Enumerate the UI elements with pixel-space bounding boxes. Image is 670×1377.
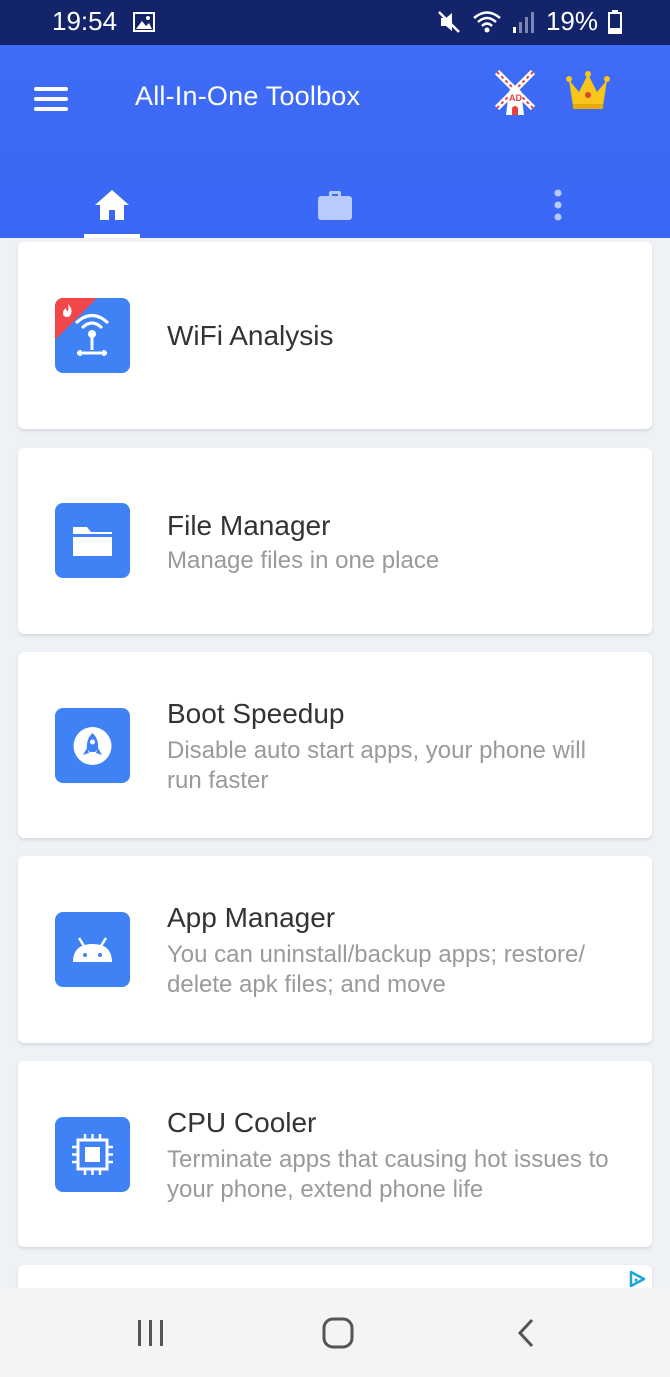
card-description: You can uninstall/backup apps; restore/ … xyxy=(167,941,586,998)
ad-icon-label: AD xyxy=(509,93,522,103)
app-title: All-In-One Toolbox xyxy=(135,81,361,111)
card-icon xyxy=(55,708,130,783)
cpu-chip-icon xyxy=(72,1134,113,1175)
crown-icon xyxy=(566,71,610,109)
menu-button[interactable] xyxy=(34,87,70,113)
ad-windmill-button[interactable]: AD xyxy=(492,67,538,117)
hot-badge-icon xyxy=(55,298,97,340)
card-title: WiFi Analysis xyxy=(167,320,334,351)
card-description: Terminate apps that causing hot issues t… xyxy=(167,1146,609,1203)
status-icons: 19% xyxy=(436,6,622,37)
card-title: CPU Cooler xyxy=(167,1107,317,1138)
home-nav-icon[interactable] xyxy=(321,1316,355,1350)
signal-icon xyxy=(512,11,534,33)
mute-icon xyxy=(438,10,460,33)
wifi-icon xyxy=(473,10,501,32)
tab-more[interactable] xyxy=(540,172,576,238)
card-icon xyxy=(55,1117,130,1192)
tab-tools[interactable] xyxy=(307,172,363,238)
android-icon xyxy=(73,937,112,962)
folder-icon xyxy=(73,527,112,556)
card-boot-speedup[interactable]: Boot Speedup Disable auto start apps, yo… xyxy=(18,652,652,838)
card-title: File Manager xyxy=(167,510,331,541)
more-vertical-icon xyxy=(554,189,562,221)
card-title: App Manager xyxy=(167,902,336,933)
battery-icon xyxy=(608,9,622,34)
gallery-notification-icon xyxy=(133,12,155,32)
back-icon[interactable] xyxy=(514,1316,538,1350)
card-title: Boot Speedup xyxy=(167,698,345,729)
home-icon xyxy=(95,190,129,220)
card-description: Disable auto start apps, your phone will… xyxy=(167,737,586,794)
windmill-icon xyxy=(494,69,536,115)
card-description: Manage files in one place xyxy=(167,547,440,574)
briefcase-icon xyxy=(318,191,352,220)
ad-card[interactable] xyxy=(18,1265,652,1288)
rocket-icon xyxy=(73,727,112,765)
card-cpu-cooler[interactable]: CPU Cooler Terminate apps that causing h… xyxy=(18,1061,652,1247)
card-file-manager[interactable]: File Manager Manage files in one place xyxy=(18,448,652,634)
tab-bar xyxy=(0,172,670,238)
app-header: All-In-One Toolbox AD xyxy=(0,45,670,238)
card-icon xyxy=(55,912,130,987)
recent-apps-icon[interactable] xyxy=(136,1316,166,1350)
tab-home[interactable] xyxy=(84,172,140,238)
status-time: 19:54 xyxy=(52,6,118,36)
card-icon xyxy=(55,298,130,373)
premium-crown-button[interactable] xyxy=(565,70,611,112)
tool-list: WiFi Analysis File Manager Manage files … xyxy=(0,238,670,1288)
card-icon xyxy=(55,503,130,578)
status-bar: 19:54 19% xyxy=(0,0,670,45)
card-app-manager[interactable]: App Manager You can uninstall/backup app… xyxy=(18,856,652,1043)
battery-percent: 19% xyxy=(545,6,598,36)
card-wifi-analysis[interactable]: WiFi Analysis xyxy=(18,242,652,429)
system-nav-bar xyxy=(0,1288,670,1377)
